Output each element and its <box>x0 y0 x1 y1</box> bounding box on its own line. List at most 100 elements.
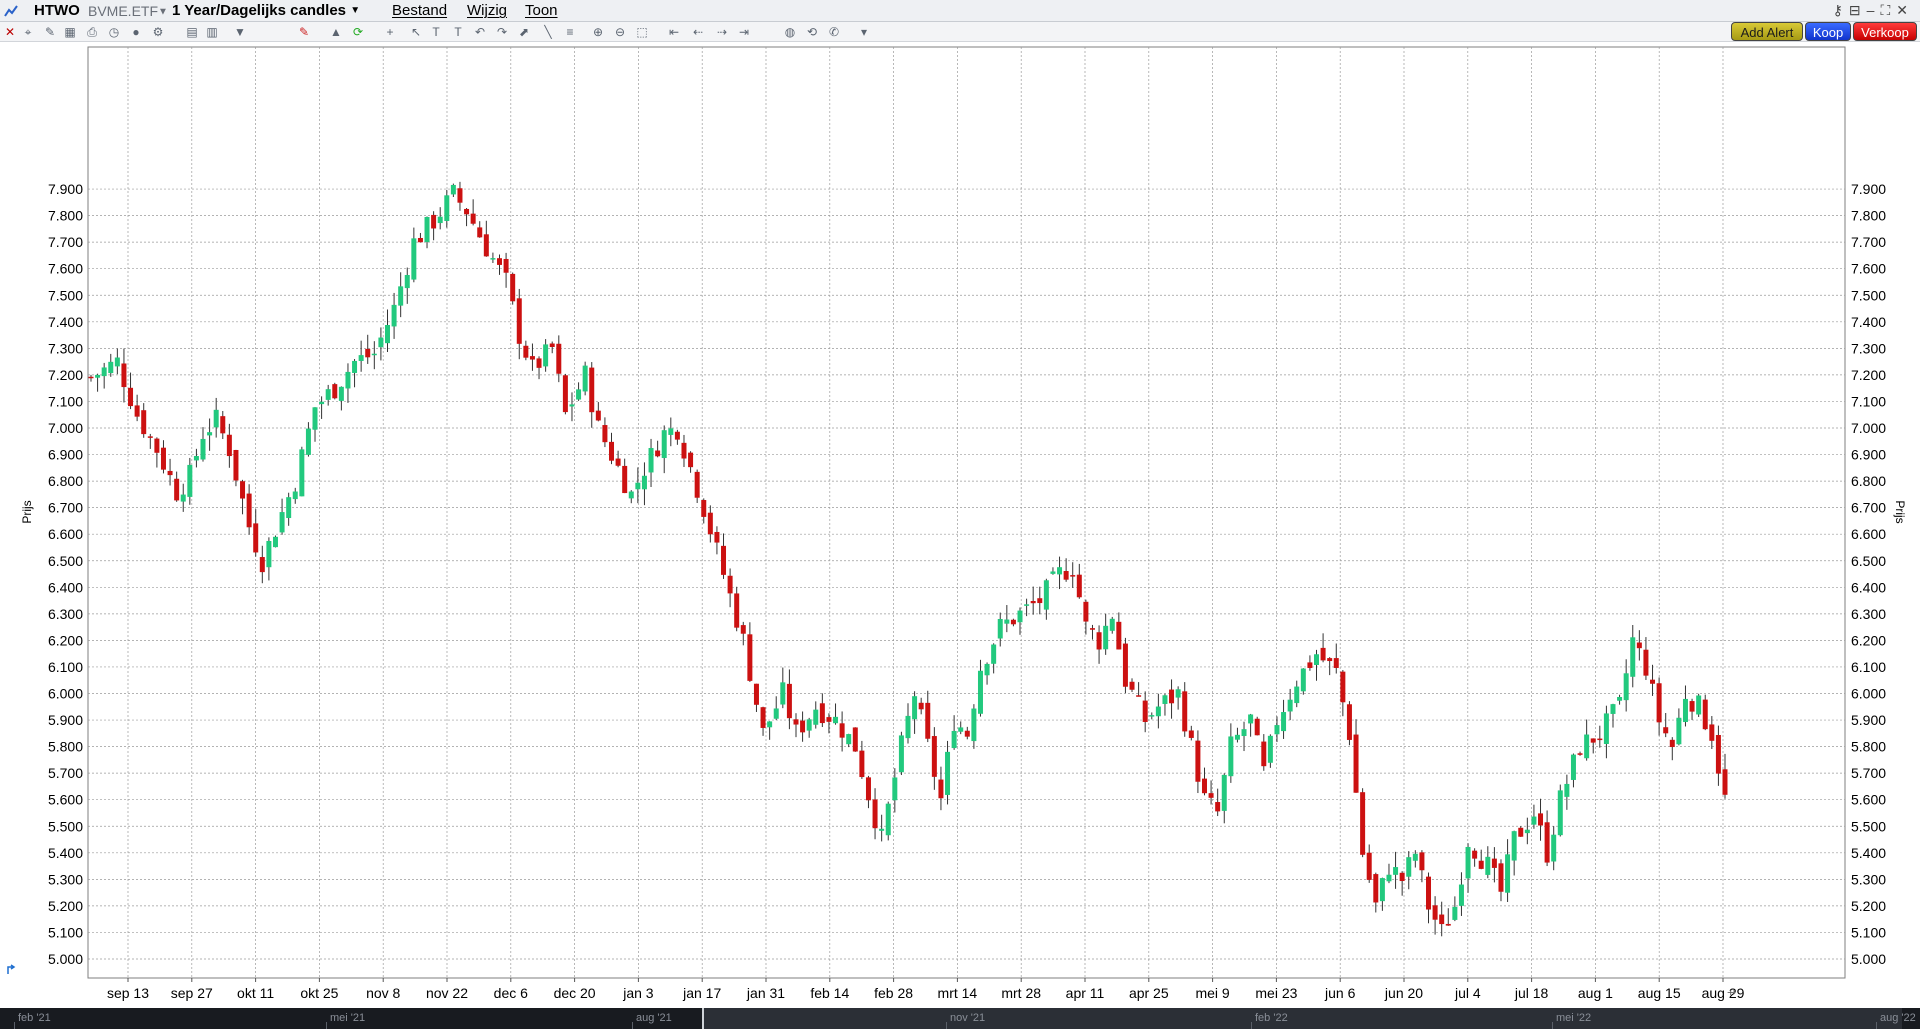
y-tick-label-left: 7.300 <box>48 340 83 356</box>
candle-down <box>154 438 160 453</box>
candle-down <box>1636 642 1642 649</box>
candle-down <box>1327 658 1333 662</box>
candle-down <box>1261 741 1267 767</box>
candle-up <box>1511 831 1517 861</box>
candle-down <box>1577 753 1583 755</box>
navigator-label: feb '22 <box>1255 1012 1288 1024</box>
expand-arrow-icon[interactable] <box>6 964 18 976</box>
y-tick-label-left: 5.100 <box>48 924 83 940</box>
candle-up <box>1300 668 1306 692</box>
candle-up <box>1524 829 1530 834</box>
candle-up <box>1393 867 1399 875</box>
candle-up <box>806 719 812 731</box>
candlestick-chart[interactable]: 7.900 7.900 7.800 7.800 7.700 7.700 7.600 7.600… <box>0 0 1920 1008</box>
x-tick-label: sep 27 <box>171 985 213 1001</box>
candle-down <box>1432 905 1438 920</box>
candle-up <box>108 361 114 374</box>
candle-up <box>213 409 219 428</box>
candle-up <box>668 428 674 435</box>
y-tick-label-right: 5.400 <box>1851 845 1886 861</box>
navigator-label: aug '21 <box>636 1012 672 1024</box>
candle-down <box>1472 850 1478 859</box>
x-tick-label: mrt 28 <box>1001 985 1041 1001</box>
candle-up <box>200 438 206 460</box>
candle-down <box>556 343 562 374</box>
candle-down <box>615 458 621 466</box>
candle-down <box>1439 914 1445 925</box>
x-tick-label: aug 15 <box>1638 985 1681 1001</box>
candle-up <box>977 670 983 714</box>
y-tick-label-left: 5.500 <box>48 818 83 834</box>
candle-up <box>641 475 647 490</box>
candle-down <box>1122 643 1128 687</box>
candle-down <box>1715 735 1721 774</box>
candle-down <box>246 493 252 528</box>
y-tick-label-right: 5.600 <box>1851 792 1886 808</box>
candle-down <box>1722 769 1728 795</box>
candle-down <box>819 703 825 724</box>
navigator-selection[interactable] <box>702 1008 1902 1029</box>
candle-up <box>1004 619 1010 624</box>
candle-up <box>1155 706 1161 717</box>
candle-up <box>1274 725 1280 735</box>
candle-down <box>688 452 694 468</box>
candle-down <box>707 512 713 535</box>
y-tick-label-right: 5.700 <box>1851 765 1886 781</box>
candle-up <box>1162 695 1168 704</box>
candle-up <box>648 447 654 473</box>
y-tick-label-right: 7.000 <box>1851 420 1886 436</box>
candle-up <box>424 217 430 243</box>
navigator-label: nov '21 <box>950 1012 986 1024</box>
candle-down <box>529 356 535 360</box>
y-tick-label-left: 6.000 <box>48 686 83 702</box>
y-tick-label-left: 5.000 <box>48 951 83 967</box>
candle-up <box>582 365 588 392</box>
candle-down <box>931 736 937 777</box>
candle-down <box>121 363 127 388</box>
candle-up <box>352 360 358 373</box>
candle-up <box>490 258 496 260</box>
candle-down <box>1169 689 1175 704</box>
candle-down <box>681 442 687 459</box>
navigator-tick <box>632 1022 633 1029</box>
candle-down <box>786 683 792 719</box>
candle-up <box>95 374 101 378</box>
y-tick-label-left: 6.400 <box>48 579 83 595</box>
y-tick-label-left: 5.800 <box>48 739 83 755</box>
candle-down <box>483 234 489 257</box>
y-tick-label-right: 7.600 <box>1851 261 1886 277</box>
y-tick-label-right: 6.200 <box>1851 632 1886 648</box>
y-tick-label-left: 6.500 <box>48 553 83 569</box>
y-tick-label-left: 5.200 <box>48 898 83 914</box>
candle-up <box>1294 686 1300 704</box>
candle-up <box>114 357 120 367</box>
candle-down <box>536 358 542 368</box>
candle-up <box>437 216 443 224</box>
candle-up <box>767 721 773 728</box>
y-tick-label-left: 5.700 <box>48 765 83 781</box>
candle-up <box>1241 729 1247 737</box>
candle-down <box>457 188 463 203</box>
candle-down <box>1188 730 1194 738</box>
x-tick-label: mrt 14 <box>938 985 978 1001</box>
candle-up <box>1412 853 1418 861</box>
candle-down <box>1307 662 1313 668</box>
candle-down <box>1597 738 1603 741</box>
x-tick-label: jan 31 <box>746 985 785 1001</box>
candle-down <box>1498 863 1504 892</box>
y-tick-label-right: 7.100 <box>1851 393 1886 409</box>
candle-down <box>734 593 740 628</box>
candle-up <box>1050 571 1056 574</box>
candle-up <box>951 730 957 749</box>
candle-up <box>1017 610 1023 623</box>
y-tick-label-right: 5.000 <box>1851 951 1886 967</box>
candle-down <box>1129 681 1135 690</box>
candle-up <box>279 512 285 533</box>
candle-down <box>226 434 232 457</box>
candle-down <box>1590 738 1596 743</box>
x-axis-end-marker[interactable]: ⇸ <box>1727 987 1736 999</box>
y-tick-label-right: 6.400 <box>1851 579 1886 595</box>
x-tick-label: mei 23 <box>1255 985 1297 1001</box>
candle-up <box>1109 618 1115 631</box>
candle-up <box>1228 736 1234 777</box>
